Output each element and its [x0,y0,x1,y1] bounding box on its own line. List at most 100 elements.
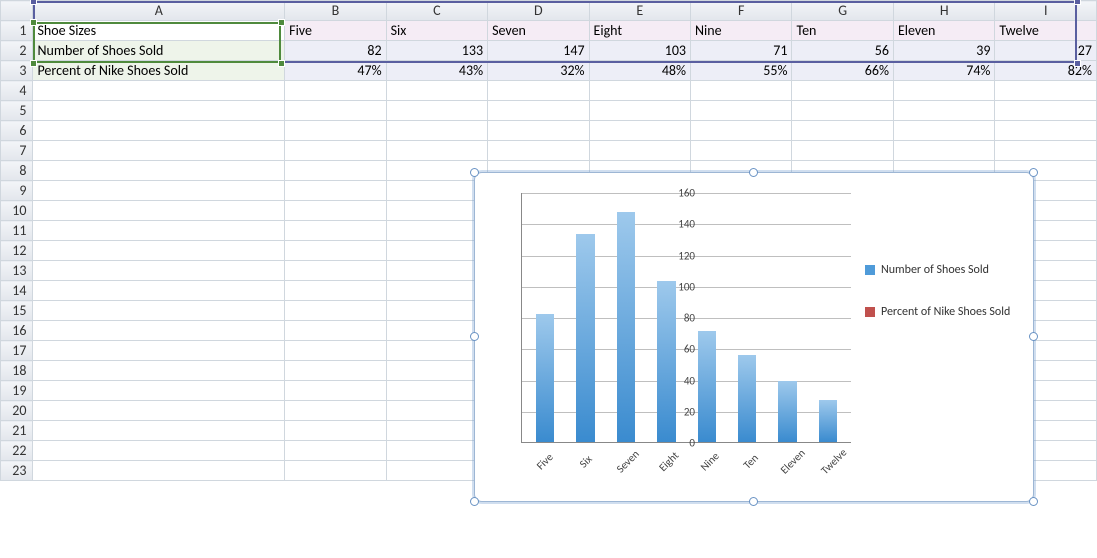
chart-handle[interactable] [1029,332,1038,341]
cell[interactable]: Number of Shoes Sold [33,41,285,61]
row-header[interactable]: 16 [1,321,33,341]
cell[interactable] [285,281,386,301]
cell[interactable] [33,421,285,441]
cell[interactable] [589,101,690,121]
chart-handle[interactable] [1029,168,1038,177]
cell[interactable] [488,141,589,161]
cell[interactable]: Eleven [893,21,994,41]
row-header[interactable]: 14 [1,281,33,301]
col-header[interactable]: D [488,1,589,21]
cell[interactable]: Shoe Sizes [33,21,285,41]
chart-handle[interactable] [470,497,479,506]
cell[interactable] [995,121,1097,141]
cell[interactable] [285,361,386,381]
row-header[interactable]: 22 [1,441,33,461]
cell[interactable] [488,101,589,121]
cell[interactable] [589,81,690,101]
cell[interactable] [386,461,487,481]
cell[interactable] [33,301,285,321]
row-header[interactable]: 8 [1,161,33,181]
cell[interactable] [33,141,285,161]
cell[interactable] [386,261,487,281]
cell[interactable] [792,101,893,121]
row-header[interactable]: 18 [1,361,33,381]
cell[interactable] [386,281,487,301]
cell[interactable]: Percent of Nike Shoes Sold [33,61,285,81]
cell[interactable] [285,441,386,461]
cell[interactable] [386,441,487,461]
cell[interactable]: 133 [386,41,487,61]
cell[interactable] [33,461,285,481]
cell[interactable] [691,81,792,101]
row-header[interactable]: 10 [1,201,33,221]
cell[interactable] [33,361,285,381]
cell[interactable] [386,381,487,401]
cell[interactable] [33,201,285,221]
cell[interactable]: 82 [285,41,386,61]
bar[interactable] [617,212,635,442]
cell[interactable] [285,301,386,321]
cell[interactable] [285,241,386,261]
cell[interactable] [386,201,487,221]
cell[interactable]: Ten [792,21,893,41]
selection-handle[interactable] [1074,0,1081,5]
bar[interactable] [738,355,756,443]
row-header[interactable]: 6 [1,121,33,141]
cell[interactable] [33,81,285,101]
cell[interactable] [386,341,487,361]
cell[interactable] [995,81,1097,101]
cell[interactable] [386,101,487,121]
cell[interactable] [285,341,386,361]
cell[interactable]: Six [386,21,487,41]
cell[interactable] [691,141,792,161]
selection-handle[interactable] [30,0,37,5]
cell[interactable] [386,241,487,261]
row-header[interactable]: 4 [1,81,33,101]
cell[interactable] [893,141,994,161]
legend-item[interactable]: Percent of Nike Shoes Sold [865,305,1025,319]
row-header[interactable]: 5 [1,101,33,121]
cell[interactable] [33,321,285,341]
cell[interactable]: 47% [285,61,386,81]
cell[interactable]: 74% [893,61,994,81]
cell[interactable] [488,81,589,101]
row-header[interactable]: 1 [1,21,33,41]
chart-handle[interactable] [749,168,758,177]
cell[interactable] [33,381,285,401]
selection-handle[interactable] [1074,60,1081,67]
col-header[interactable]: H [893,1,994,21]
row-header[interactable]: 12 [1,241,33,261]
row-header[interactable]: 2 [1,41,33,61]
cell[interactable]: 55% [691,61,792,81]
cell[interactable] [792,121,893,141]
cell[interactable]: Eight [589,21,690,41]
cell[interactable] [285,421,386,441]
cell[interactable] [386,181,487,201]
cell[interactable] [285,261,386,281]
col-header[interactable]: F [691,1,792,21]
cell[interactable] [285,101,386,121]
bar[interactable] [576,234,594,442]
spreadsheet[interactable]: A B C D E F G H I 1Shoe SizesFiveSixSeve… [0,0,1097,558]
row-header[interactable]: 15 [1,301,33,321]
cell[interactable] [285,121,386,141]
cell[interactable] [285,461,386,481]
selection-handle[interactable] [30,19,37,26]
cell[interactable] [33,441,285,461]
embedded-chart[interactable]: 020406080100120140160 FiveSixSevenEightN… [474,172,1034,502]
cell[interactable] [386,121,487,141]
cell[interactable] [893,121,994,141]
cell[interactable]: 39 [893,41,994,61]
col-header[interactable]: B [285,1,386,21]
row-header[interactable]: 9 [1,181,33,201]
cell[interactable] [33,261,285,281]
cell[interactable] [33,181,285,201]
cell[interactable] [285,221,386,241]
cell[interactable]: Nine [691,21,792,41]
cell[interactable] [386,301,487,321]
bar[interactable] [819,400,837,442]
selection-handle[interactable] [30,60,37,67]
cell[interactable] [691,101,792,121]
cell[interactable]: 32% [488,61,589,81]
cell[interactable] [33,101,285,121]
